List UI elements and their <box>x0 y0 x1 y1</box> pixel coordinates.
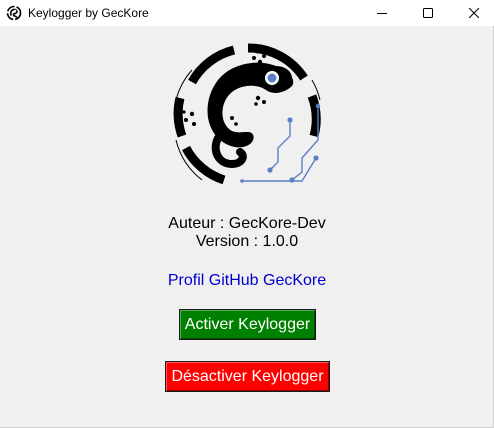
github-profile-link[interactable]: Profil GitHub GecKore <box>0 272 494 290</box>
close-button[interactable] <box>451 0 494 26</box>
gecko-icon <box>6 5 22 21</box>
maximize-button[interactable] <box>405 0 451 26</box>
minimize-icon <box>377 13 387 14</box>
version-label: Version : 1.0.0 <box>195 233 299 250</box>
deactivate-keylogger-button[interactable]: Désactiver Keylogger <box>165 361 330 392</box>
close-icon <box>469 8 479 18</box>
title-bar[interactable]: Keylogger by GecKore <box>0 0 494 26</box>
gecko-circuit-logo <box>173 43 321 185</box>
activate-keylogger-button[interactable]: Activer Keylogger <box>179 309 316 340</box>
maximize-icon <box>423 8 433 18</box>
app-window: Keylogger by GecKore Auteur: GecKore-De… <box>0 0 494 428</box>
window-title: Keylogger by GecKore <box>28 6 149 20</box>
author-label: Auteur : GecKore-Dev <box>168 215 326 232</box>
minimize-button[interactable] <box>359 0 405 26</box>
